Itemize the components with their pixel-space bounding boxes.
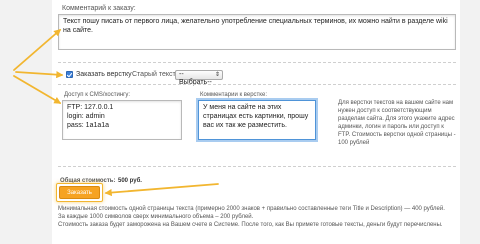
arrow-to-button — [104, 183, 219, 197]
annotation-arrows — [13, 29, 219, 197]
arrow-to-comment — [13, 29, 62, 71]
arrow-to-access — [13, 75, 62, 104]
arrow-to-checkbox — [15, 71, 64, 79]
